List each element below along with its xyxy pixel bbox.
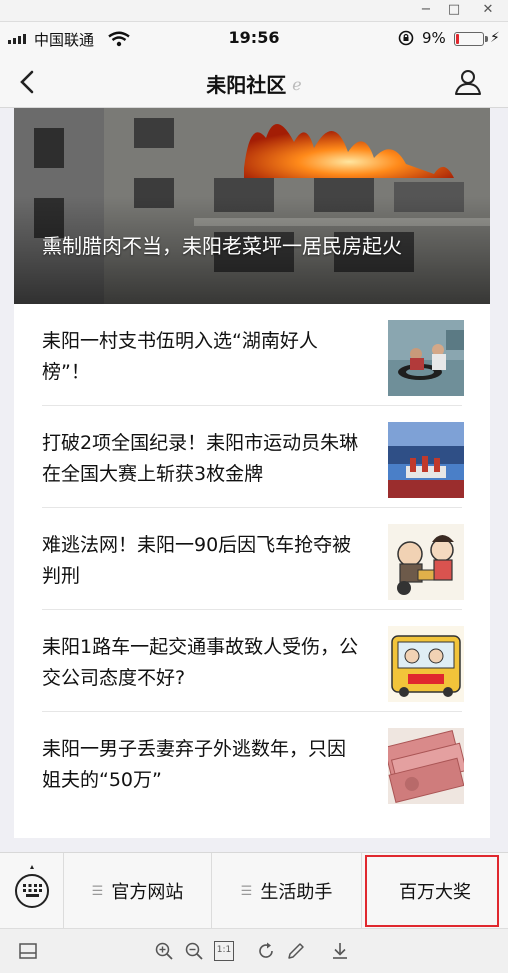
hero-article[interactable]: 熏制腊肉不当，耒阳老菜坪一居民房起火: [14, 108, 490, 304]
page-title-text: 耒阳社区: [206, 73, 287, 97]
battery-percent: 9%: [422, 29, 446, 47]
zoom-in-icon[interactable]: [154, 941, 174, 961]
article-thumbnail: [388, 728, 464, 804]
edit-icon[interactable]: [286, 941, 306, 961]
zoom-out-icon[interactable]: [184, 941, 204, 961]
article-title: 耒阳一男子丢妻弃子外逃数年，只因姐夫的“50万”: [42, 738, 347, 791]
article-title: 耒阳1路车一起交通事故致人受伤，公交公司态度不好?: [42, 636, 359, 689]
article-title: 耒阳一村支书伍明入选“湖南好人榜”！: [42, 330, 318, 383]
panel-icon[interactable]: [18, 941, 38, 961]
keyboard-toggle-button[interactable]: [0, 853, 64, 929]
list-item[interactable]: 耒阳1路车一起交通事故致人受伤，公交公司态度不好?: [14, 610, 490, 712]
menu-life-assistant[interactable]: ☰ 生活助手: [212, 853, 362, 929]
article-list: 耒阳一村支书伍明入选“湖南好人榜”！ 打破2项全国纪录！耒阳市运动员朱琳在全国大…: [14, 304, 490, 814]
menu-label: 百万大奖: [399, 882, 471, 903]
keyboard-icon: [15, 865, 49, 908]
download-icon[interactable]: [330, 941, 350, 961]
list-item[interactable]: 耒阳一男子丢妻弃子外逃数年，只因姐夫的“50万”: [14, 712, 490, 814]
menu-official-website[interactable]: ☰ 官方网站: [64, 853, 212, 929]
list-item[interactable]: 耒阳一村支书伍明入选“湖南好人榜”！: [14, 304, 490, 406]
close-window-button[interactable]: ✕: [480, 2, 496, 18]
submenu-icon: ☰: [240, 883, 253, 899]
article-title: 打破2项全国纪录！耒阳市运动员朱琳在全国大赛上斩获3枚金牌: [42, 432, 359, 485]
article-thumbnail: [388, 422, 464, 498]
charging-icon: ⚡: [490, 30, 500, 46]
nav-header: 耒阳社区 ℯ: [0, 56, 508, 108]
article-title: 难逃法网！耒阳一90后因飞车抢夺被判刑: [42, 534, 352, 587]
battery-icon: [454, 32, 488, 46]
page-title: 耒阳社区 ℯ: [0, 69, 508, 98]
article-list-card: 熏制腊肉不当，耒阳老菜坪一居民房起火 耒阳一村支书伍明入选“湖南好人榜”！ 打破…: [14, 108, 490, 838]
actual-size-button[interactable]: 1:1: [214, 941, 234, 961]
hero-title: 熏制腊肉不当，耒阳老菜坪一居民房起火: [42, 234, 402, 258]
list-item[interactable]: 难逃法网！耒阳一90后因飞车抢夺被判刑: [14, 508, 490, 610]
article-thumbnail: [388, 524, 464, 600]
cartoon-bus-illustration: [388, 626, 464, 702]
menu-label: 官方网站: [111, 882, 184, 903]
menu-label: 生活助手: [260, 882, 333, 903]
status-bar: 中国联通 19:56 9% ⚡: [0, 22, 508, 56]
bottom-menu-bar: ☰ 官方网站 ☰ 生活助手 百万大奖: [0, 852, 508, 929]
maximize-button[interactable]: □: [446, 2, 462, 18]
submenu-icon: ☰: [91, 883, 104, 899]
ear-icon: ℯ: [292, 75, 302, 94]
rotate-icon[interactable]: [256, 941, 276, 961]
article-thumbnail: [388, 626, 464, 702]
window-titlebar: − □ ✕: [0, 0, 508, 22]
stadium-award-photo: [388, 422, 464, 498]
building-fire-photo: [14, 108, 490, 304]
flood-rescue-photo: [388, 320, 464, 396]
cash-banknotes-photo: [388, 728, 464, 804]
viewer-toolbar: 1:1: [0, 928, 508, 973]
menu-million-prize[interactable]: 百万大奖: [362, 853, 508, 929]
list-item[interactable]: 打破2项全国纪录！耒阳市运动员朱琳在全国大赛上斩获3枚金牌: [14, 406, 490, 508]
battery-level: [456, 34, 459, 44]
user-icon[interactable]: [454, 68, 482, 96]
minimize-button[interactable]: −: [418, 2, 434, 18]
rotation-lock-icon: [398, 30, 414, 46]
cartoon-robbery-illustration: [388, 524, 464, 600]
article-thumbnail: [388, 320, 464, 396]
